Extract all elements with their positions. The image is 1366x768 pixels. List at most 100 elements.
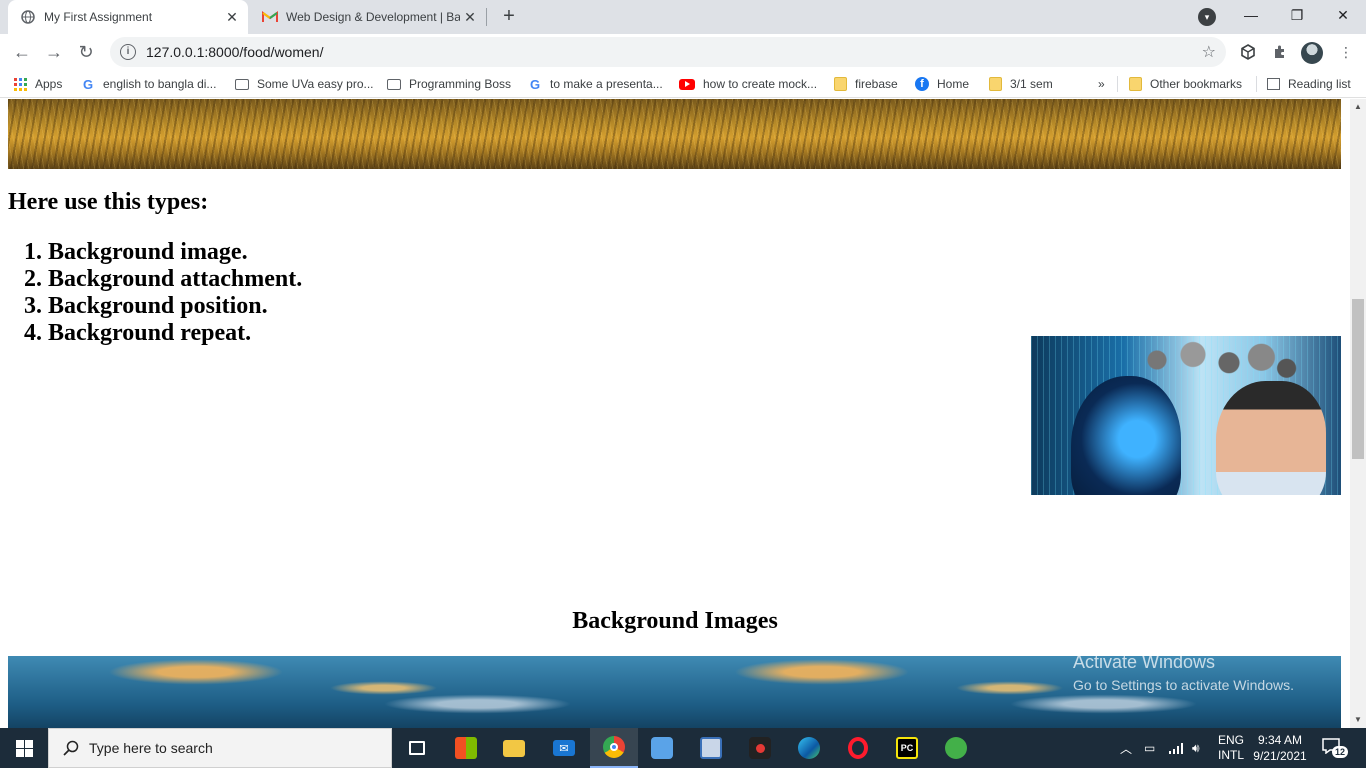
notifications-icon[interactable]: 12 bbox=[1322, 738, 1349, 758]
reload-button[interactable]: ↻ bbox=[72, 38, 100, 66]
page-scrollbar[interactable]: ▲ ▼ bbox=[1350, 99, 1366, 728]
bookmark-star-icon[interactable]: ☆ bbox=[1202, 42, 1216, 62]
sky-tile bbox=[8, 656, 634, 728]
site-info-icon[interactable]: i bbox=[120, 44, 136, 60]
taskbar-edge[interactable] bbox=[785, 728, 833, 768]
tab-title: Web Design & Development | Ba bbox=[286, 10, 460, 24]
extensions-puzzle-icon[interactable] bbox=[1270, 42, 1290, 62]
bookmark-firebase[interactable]: firebase bbox=[834, 75, 898, 93]
back-button[interactable]: ← bbox=[8, 38, 36, 66]
taskbar-opera[interactable] bbox=[834, 728, 882, 768]
taskbar-app[interactable] bbox=[638, 728, 686, 768]
bookmarks-bar: Apps G english to bangla di... Some UVa … bbox=[0, 70, 1366, 98]
taskbar-store[interactable] bbox=[442, 728, 490, 768]
list-item: Background attachment. bbox=[48, 266, 302, 293]
address-bar[interactable]: i 127.0.0.1:8000/food/women/ ☆ bbox=[110, 37, 1226, 67]
more-menu-icon[interactable]: ⋮ bbox=[1336, 42, 1356, 62]
monitor-icon bbox=[387, 78, 401, 90]
watermark-subtitle: Go to Settings to activate Windows. bbox=[1073, 677, 1294, 693]
reading-list-icon bbox=[1267, 78, 1280, 90]
reading-list[interactable]: Reading list bbox=[1267, 75, 1351, 93]
taskbar-app[interactable] bbox=[687, 728, 735, 768]
google-icon: G bbox=[82, 76, 94, 92]
tray-overflow-chevron-icon[interactable]: ︿ bbox=[1120, 728, 1132, 768]
taskbar-recorder[interactable] bbox=[736, 728, 784, 768]
bookmark-label: Some UVa easy pro... bbox=[257, 77, 374, 91]
folder-icon bbox=[503, 739, 525, 757]
background-images-heading: Background Images bbox=[572, 608, 778, 634]
url-text[interactable]: 127.0.0.1:8000/food/women/ bbox=[146, 44, 323, 60]
scrollbar-thumb[interactable] bbox=[1352, 299, 1364, 459]
bookmark-label: Programming Boss bbox=[409, 77, 512, 91]
bookmark-english-to-bangla[interactable]: G english to bangla di... bbox=[81, 75, 216, 93]
close-window-button[interactable]: ✕ bbox=[1320, 0, 1366, 30]
forward-button[interactable]: → bbox=[40, 38, 68, 66]
store-bag-icon bbox=[455, 737, 477, 759]
types-heading: Here use this types: bbox=[8, 189, 209, 215]
extension-cube-icon[interactable] bbox=[1238, 42, 1258, 62]
restore-button[interactable]: ❐ bbox=[1274, 0, 1320, 30]
bookmarks-overflow-button[interactable]: » bbox=[1098, 75, 1105, 93]
taskbar-chrome[interactable] bbox=[590, 728, 638, 768]
bookmark-presentation[interactable]: G to make a presenta... bbox=[528, 75, 663, 93]
bookmark-uva-problems[interactable]: Some UVa easy pro... bbox=[235, 75, 374, 93]
google-icon: G bbox=[529, 76, 541, 92]
other-bookmarks[interactable]: Other bookmarks bbox=[1129, 75, 1242, 93]
profile-avatar[interactable] bbox=[1301, 42, 1323, 64]
opera-icon bbox=[848, 737, 868, 759]
green-app-icon bbox=[945, 737, 967, 759]
globe-icon bbox=[20, 9, 36, 25]
new-tab-button[interactable]: + bbox=[498, 6, 520, 28]
tab-strip: My First Assignment ✕ Web Design & Devel… bbox=[0, 0, 1366, 34]
taskbar-app[interactable] bbox=[932, 728, 980, 768]
bookmark-home[interactable]: f Home bbox=[915, 75, 969, 93]
pycharm-icon: PC bbox=[896, 737, 918, 759]
taskbar-pycharm[interactable]: PC bbox=[883, 728, 931, 768]
lang-layout: INTL bbox=[1218, 748, 1245, 762]
page-viewport: Here use this types: Background image. B… bbox=[0, 99, 1350, 728]
volume-icon[interactable]: 🔊︎ bbox=[1192, 728, 1200, 768]
wheat-field-banner-image bbox=[8, 99, 1341, 169]
wifi-icon[interactable] bbox=[1168, 728, 1184, 768]
task-view-icon bbox=[409, 741, 425, 755]
ai-brain-image bbox=[1031, 336, 1341, 495]
clock-time: 9:34 AM bbox=[1257, 733, 1303, 747]
notification-count: 12 bbox=[1332, 746, 1349, 758]
bookmark-mockup[interactable]: how to create mock... bbox=[679, 75, 817, 93]
monitor-icon bbox=[235, 78, 249, 90]
tab-my-first-assignment[interactable]: My First Assignment ✕ bbox=[8, 0, 248, 34]
scroll-down-arrow-icon[interactable]: ▼ bbox=[1350, 712, 1366, 728]
bookmark-apps[interactable]: Apps bbox=[14, 75, 62, 93]
tab-title: My First Assignment bbox=[44, 10, 153, 24]
battery-icon[interactable]: ▭ bbox=[1144, 728, 1155, 768]
bookmark-separator bbox=[1117, 76, 1118, 92]
window-app-icon bbox=[651, 737, 673, 759]
folder-icon bbox=[834, 77, 847, 91]
gmail-icon bbox=[262, 9, 278, 25]
close-tab-icon[interactable]: ✕ bbox=[460, 7, 480, 27]
close-tab-icon[interactable]: ✕ bbox=[222, 7, 242, 27]
apps-grid-icon bbox=[14, 77, 27, 91]
tab-web-design[interactable]: Web Design & Development | Ba ✕ bbox=[250, 0, 486, 34]
record-icon bbox=[749, 737, 771, 759]
browser-toolbar: ← → ↻ i 127.0.0.1:8000/food/women/ ☆ ⋮ bbox=[0, 34, 1366, 70]
input-language[interactable]: ENG INTL bbox=[1218, 733, 1244, 763]
bookmark-label: Apps bbox=[35, 77, 63, 91]
tab-search-button[interactable]: ▾ bbox=[1198, 8, 1216, 26]
taskbar-file-explorer[interactable] bbox=[490, 728, 538, 768]
bookmark-label: Reading list bbox=[1288, 77, 1351, 91]
chrome-icon bbox=[603, 736, 625, 758]
list-item: Background position. bbox=[48, 293, 302, 320]
scroll-up-arrow-icon[interactable]: ▲ bbox=[1350, 99, 1366, 115]
start-button[interactable] bbox=[0, 728, 48, 768]
clock[interactable]: 9:34 AM 9/21/2021 bbox=[1250, 732, 1310, 764]
taskbar-mail[interactable]: ✉ bbox=[540, 728, 588, 768]
task-view-button[interactable] bbox=[393, 728, 441, 768]
minimize-button[interactable]: — bbox=[1228, 0, 1274, 30]
bookmark-programming-boss[interactable]: Programming Boss bbox=[387, 75, 511, 93]
bookmark-3-1-sem[interactable]: 3/1 sem bbox=[989, 75, 1053, 93]
taskbar-search-box[interactable]: Type here to search bbox=[48, 728, 392, 768]
bookmark-label: Home bbox=[937, 77, 970, 91]
bookmark-label: Other bookmarks bbox=[1150, 77, 1243, 91]
bookmark-label: firebase bbox=[855, 77, 898, 91]
